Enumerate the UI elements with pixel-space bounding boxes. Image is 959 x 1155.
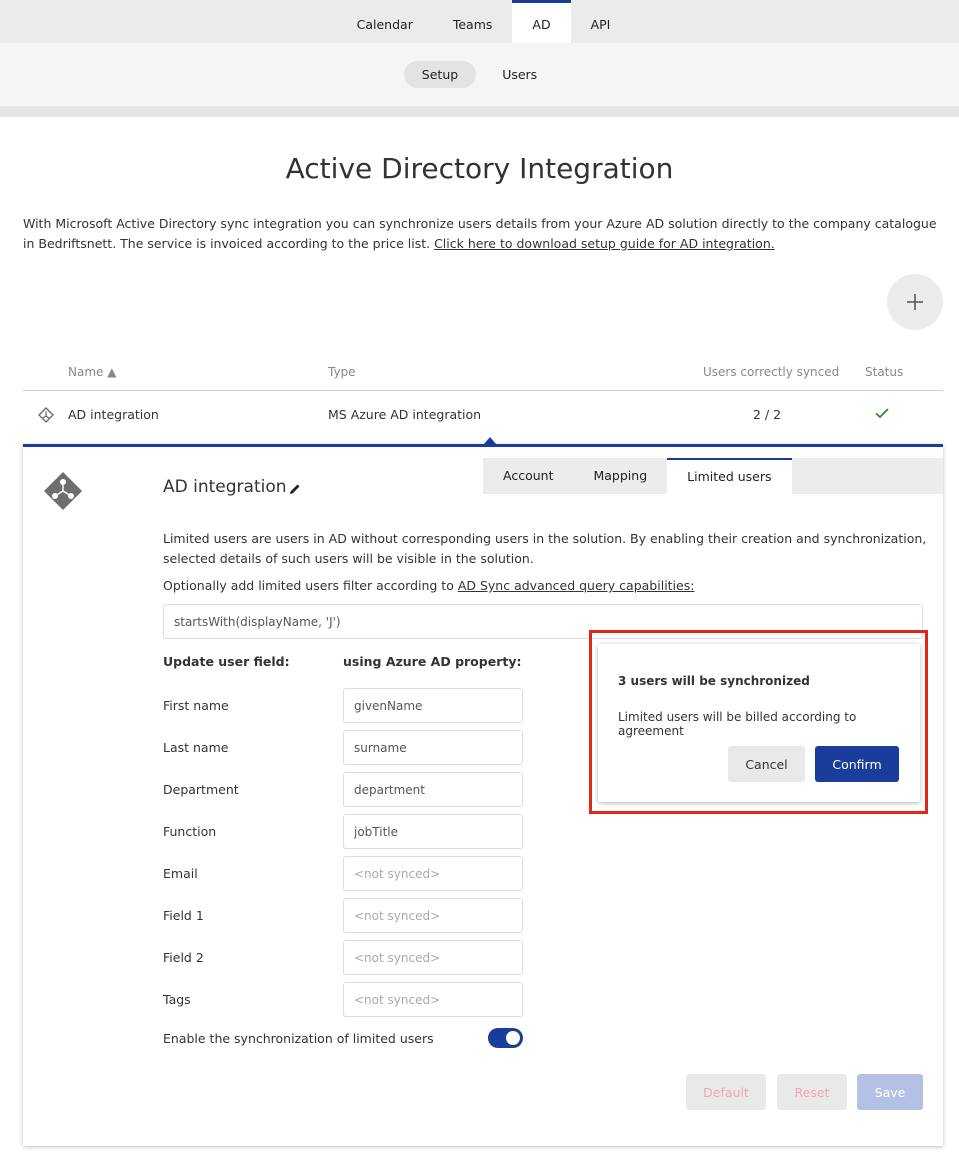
enable-sync-toggle[interactable] — [488, 1028, 523, 1048]
toggle-knob — [506, 1031, 520, 1045]
field-label-field1: Field 1 — [163, 908, 204, 923]
last-name-input[interactable] — [343, 730, 523, 765]
save-button[interactable]: Save — [857, 1074, 923, 1110]
sub-nav: Setup Users — [0, 43, 959, 106]
row-type: MS Azure AD integration — [328, 407, 482, 422]
function-input[interactable] — [343, 814, 523, 849]
tab-limited-users[interactable]: Limited users — [667, 458, 792, 494]
table-header-divider — [23, 390, 943, 391]
panel-pointer — [484, 437, 496, 444]
tab-mapping[interactable]: Mapping — [573, 458, 667, 494]
dialog-title: 3 users will be synchronized — [618, 674, 810, 688]
tab-api[interactable]: API — [571, 0, 631, 43]
dialog-cancel-button[interactable]: Cancel — [728, 746, 805, 782]
default-button[interactable]: Default — [686, 1074, 766, 1110]
ad-logo-icon — [44, 472, 82, 510]
first-name-input[interactable] — [343, 688, 523, 723]
field-label-first-name: First name — [163, 698, 229, 713]
email-input[interactable] — [343, 856, 523, 891]
field-label-function: Function — [163, 824, 217, 839]
col-header-status: Status — [865, 365, 904, 379]
field-label-field2: Field 2 — [163, 950, 204, 965]
tags-input[interactable] — [343, 982, 523, 1017]
top-nav-tabs: Calendar Teams AD API — [337, 0, 631, 43]
enable-sync-label: Enable the synchronization of limited us… — [163, 1031, 434, 1046]
ad-integration-icon — [38, 407, 54, 423]
col-header-type: Type — [328, 365, 356, 379]
pencil-icon[interactable] — [288, 482, 302, 496]
tab-ad[interactable]: AD — [512, 0, 571, 43]
field-label-last-name: Last name — [163, 740, 229, 755]
tab-account[interactable]: Account — [483, 458, 573, 494]
field2-input[interactable] — [343, 940, 523, 975]
field-label-email: Email — [163, 866, 198, 881]
row-synced: 2 / 2 — [753, 407, 782, 422]
filter-hint: Optionally add limited users filter acco… — [163, 578, 694, 593]
plus-icon — [907, 294, 923, 310]
limited-users-description: Limited users are users in AD without co… — [163, 531, 927, 566]
field-label-department: Department — [163, 782, 239, 797]
col-header-synced: Users correctly synced — [703, 365, 840, 379]
add-integration-button[interactable] — [887, 274, 943, 330]
reset-button[interactable]: Reset — [777, 1074, 847, 1110]
top-nav: Calendar Teams AD API — [0, 0, 959, 43]
azure-property-header: using Azure AD property: — [343, 654, 522, 669]
dialog-confirm-button[interactable]: Confirm — [815, 746, 899, 782]
filter-hint-text: Optionally add limited users filter acco… — [163, 578, 458, 593]
field1-input[interactable] — [343, 898, 523, 933]
panel-title: AD integration — [163, 477, 287, 497]
subtab-setup[interactable]: Setup — [403, 61, 477, 88]
confirm-dialog: 3 users will be synchronized Limited use… — [598, 644, 920, 802]
update-user-field-header: Update user field: — [163, 654, 290, 669]
query-capabilities-link[interactable]: AD Sync advanced query capabilities: — [458, 578, 695, 593]
setup-guide-link[interactable]: Click here to download setup guide for A… — [434, 236, 775, 251]
col-header-name[interactable]: Name ▲ — [68, 365, 116, 379]
check-icon — [875, 408, 889, 419]
intro-text: With Microsoft Active Directory sync int… — [23, 214, 938, 254]
panel-tabs: Account Mapping Limited users — [483, 458, 943, 494]
field-label-tags: Tags — [163, 992, 191, 1007]
dialog-message: Limited users will be billed according t… — [618, 710, 857, 738]
department-input[interactable] — [343, 772, 523, 807]
tab-teams[interactable]: Teams — [433, 0, 513, 43]
row-name[interactable]: AD integration — [68, 407, 159, 422]
page-title: Active Directory Integration — [285, 152, 674, 185]
sub-nav-divider — [0, 106, 959, 117]
tab-calendar[interactable]: Calendar — [337, 0, 433, 43]
subtab-users[interactable]: Users — [484, 61, 555, 88]
